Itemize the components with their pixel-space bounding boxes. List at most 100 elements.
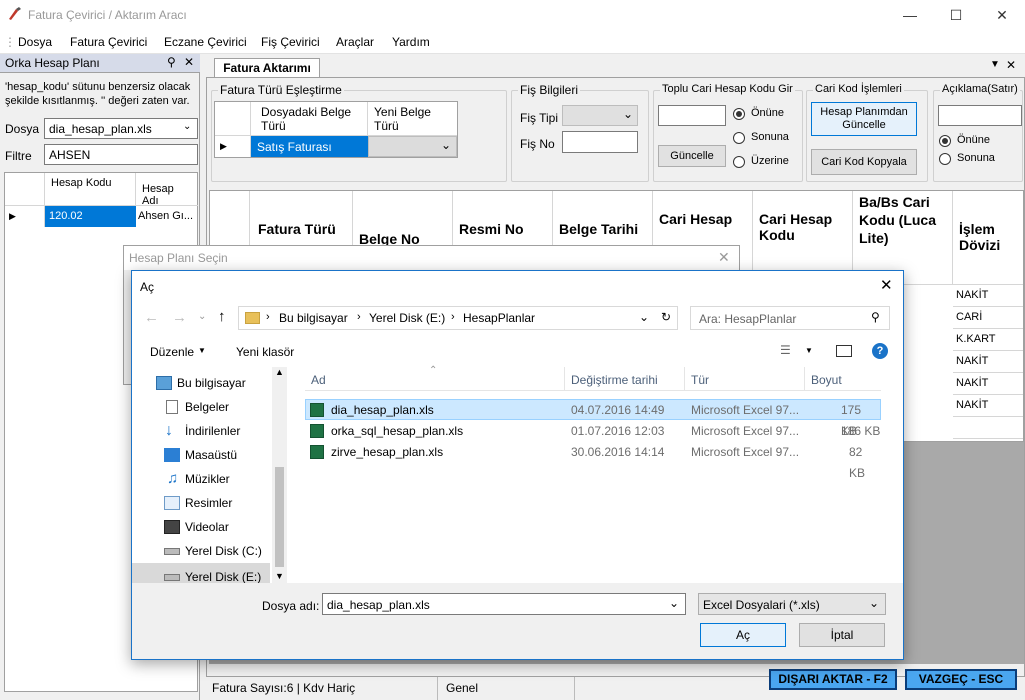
menu-eczane-cevirici[interactable]: Eczane Çevirici bbox=[164, 35, 247, 49]
list-item[interactable]: dia_hesap_plan.xls 04.07.2016 14:49 Micr… bbox=[305, 399, 881, 438]
caret-down-icon[interactable]: ▼ bbox=[805, 346, 813, 355]
nav-item-muzikler[interactable]: ♫ Müzikler bbox=[132, 467, 270, 491]
scroll-up-icon[interactable]: ▲ bbox=[275, 367, 284, 377]
table-row-doviz[interactable]: CARİ bbox=[953, 307, 1023, 329]
table-row-doviz[interactable]: NAKİT bbox=[953, 395, 1023, 417]
dosya-select-value: dia_hesap_plan.xls bbox=[49, 122, 152, 136]
radio-sonuna[interactable] bbox=[733, 132, 745, 144]
filtre-input[interactable]: AHSEN bbox=[44, 144, 198, 165]
disari-aktar-button[interactable]: DIŞARI AKTAR - F2 bbox=[769, 669, 897, 690]
open-button[interactable]: Aç bbox=[700, 623, 786, 647]
view-options-icon[interactable]: ☰ bbox=[780, 343, 791, 357]
col-tur[interactable]: Tür bbox=[691, 373, 709, 387]
nav-item-masaustu[interactable]: Masaüstü bbox=[132, 443, 270, 467]
close-icon[interactable]: ✕ bbox=[184, 55, 194, 69]
back-arrow-icon[interactable]: ← bbox=[144, 309, 159, 326]
list-item[interactable]: zirve_hesap_plan.xls 30.06.2016 14:14 Mi… bbox=[305, 441, 881, 480]
filename-input[interactable]: dia_hesap_plan.xls ⌄ bbox=[322, 593, 686, 615]
menu-yardim[interactable]: Yardım bbox=[392, 35, 430, 49]
col-dosyadaki-belge-turu[interactable]: Dosyadaki Belge Türü bbox=[251, 102, 368, 136]
pin-icon[interactable]: ⚲ bbox=[167, 55, 176, 69]
table-row-doviz[interactable]: NAKİT bbox=[953, 285, 1023, 307]
col-islem-dovizi[interactable]: İşlem Dövizi bbox=[953, 191, 1023, 285]
nav-item-yerel-disk-c[interactable]: Yerel Disk (C:) bbox=[132, 539, 270, 563]
menu-araclar[interactable]: Araçlar bbox=[336, 35, 374, 49]
nav-item-resimler[interactable]: Resimler bbox=[132, 491, 270, 515]
chevron-down-icon[interactable]: ⌄ bbox=[669, 596, 679, 610]
chevron-down-icon[interactable]: ⌄ bbox=[639, 310, 649, 324]
grid-header-hesap-adi[interactable]: Hesap Adı bbox=[136, 173, 198, 207]
fis-no-input[interactable] bbox=[562, 131, 638, 153]
yeni-belge-turu-select[interactable]: ⌄ bbox=[368, 136, 457, 157]
file-type-select[interactable]: Excel Dosyalari (*.xls) ⌄ bbox=[698, 593, 886, 615]
up-arrow-icon[interactable]: ↑ bbox=[218, 308, 226, 325]
hesap-planimdan-guncelle-button[interactable]: Hesap Planımdan Güncelle bbox=[811, 102, 917, 136]
nav-item-belgeler[interactable]: Belgeler bbox=[132, 395, 270, 419]
file-type: Microsoft Excel 97... bbox=[691, 403, 800, 417]
breadcrumb-hesapplanlar[interactable]: HesapPlanlar bbox=[463, 311, 535, 325]
tab-dropdown-icon[interactable]: ▼ bbox=[990, 59, 1000, 70]
radio-aciklama-onune[interactable] bbox=[939, 135, 951, 147]
menu-fis-cevirici[interactable]: Fiş Çevirici bbox=[261, 35, 320, 49]
radio-uzerine-label: Üzerine bbox=[751, 155, 789, 167]
list-item[interactable]: orka_sql_hesap_plan.xls 01.07.2016 12:03… bbox=[305, 420, 881, 441]
toplu-cari-input[interactable] bbox=[658, 105, 726, 126]
new-folder-button[interactable]: Yeni klasör bbox=[236, 345, 294, 359]
scroll-down-icon[interactable]: ▼ bbox=[275, 571, 284, 581]
table-row-doviz[interactable]: K.KART bbox=[953, 329, 1023, 351]
close-button[interactable]: ✕ bbox=[979, 0, 1025, 30]
fis-tipi-select[interactable]: ⌄ bbox=[562, 105, 638, 126]
filename-value: dia_hesap_plan.xls bbox=[327, 598, 430, 612]
cancel-button[interactable]: İptal bbox=[799, 623, 885, 647]
refresh-icon[interactable]: ↻ bbox=[661, 310, 671, 324]
nav-item-bu-bilgisayar[interactable]: Bu bilgisayar bbox=[132, 371, 270, 395]
nav-scrollbar[interactable]: ▲ ▼ bbox=[272, 367, 287, 583]
dosya-select[interactable]: dia_hesap_plan.xls ⌄ bbox=[44, 118, 198, 139]
col-ad[interactable]: Ad bbox=[311, 373, 326, 387]
address-bar[interactable]: › Bu bilgisayar › Yerel Disk (E:) › Hesa… bbox=[238, 306, 678, 330]
breadcrumb-bu-bilgisayar[interactable]: Bu bilgisayar bbox=[279, 311, 348, 325]
grid-header-hesap-kodu[interactable]: Hesap Kodu bbox=[45, 173, 136, 206]
row-indicator-icon: ▶ bbox=[5, 206, 45, 227]
col-yeni-belge-turu[interactable]: Yeni Belge Türü bbox=[368, 102, 457, 136]
recent-chevron-icon[interactable]: ⌄ bbox=[198, 311, 206, 322]
nav-item-videolar[interactable]: Videolar bbox=[132, 515, 270, 539]
scroll-thumb[interactable] bbox=[275, 467, 284, 567]
drive-icon bbox=[164, 574, 180, 581]
table-row-doviz[interactable]: NAKİT bbox=[953, 351, 1023, 373]
file-date: 30.06.2016 14:14 bbox=[571, 445, 665, 459]
col-degistirme-tarihi[interactable]: Değiştirme tarihi bbox=[571, 373, 658, 387]
table-row-belge-turu[interactable]: Satış Faturası bbox=[251, 136, 368, 157]
cari-kod-kopyala-button[interactable]: Cari Kod Kopyala bbox=[811, 149, 917, 175]
nav-item-yerel-disk-e[interactable]: Yerel Disk (E:) bbox=[132, 563, 270, 583]
organize-button[interactable]: Düzenle bbox=[150, 345, 194, 359]
col-boyut[interactable]: Boyut bbox=[811, 373, 842, 387]
bg-dialog-titlebar: Hesap Planı Seçin ✕ bbox=[124, 246, 739, 270]
minimize-button[interactable]: — bbox=[887, 0, 933, 30]
breadcrumb-yerel-disk[interactable]: Yerel Disk (E:) bbox=[369, 311, 445, 325]
vazgec-button[interactable]: VAZGEÇ - ESC bbox=[905, 669, 1017, 690]
menu-fatura-cevirici[interactable]: Fatura Çevirici bbox=[70, 35, 147, 49]
close-icon[interactable]: ✕ bbox=[718, 249, 730, 266]
close-icon[interactable]: ✕ bbox=[880, 276, 893, 294]
table-row-hesap-adi[interactable]: Ahsen Gı... bbox=[136, 206, 198, 227]
table-row-doviz[interactable]: NAKİT bbox=[953, 373, 1023, 395]
preview-pane-icon[interactable] bbox=[836, 345, 852, 357]
table-row-doviz-empty[interactable] bbox=[953, 417, 1023, 439]
aciklama-group: Açıklama(Satır) Önüne Sonuna bbox=[933, 83, 1023, 182]
row-indicator-icon: ▶ bbox=[215, 136, 251, 157]
search-input[interactable]: Ara: HesapPlanlar ⚲ bbox=[690, 306, 890, 330]
tab-fatura-aktarimi[interactable]: Fatura Aktarımı bbox=[214, 58, 320, 78]
forward-arrow-icon[interactable]: → bbox=[172, 309, 187, 326]
radio-onune[interactable] bbox=[733, 108, 745, 120]
menu-dosya[interactable]: Dosya bbox=[18, 35, 52, 49]
aciklama-input[interactable] bbox=[938, 105, 1022, 126]
maximize-button[interactable]: ☐ bbox=[933, 0, 979, 30]
table-row-hesap-kodu[interactable]: 120.02 bbox=[45, 206, 136, 227]
radio-uzerine[interactable] bbox=[733, 156, 745, 168]
tab-close-icon[interactable]: ✕ bbox=[1006, 58, 1016, 72]
help-icon[interactable]: ? bbox=[872, 343, 888, 359]
guncelle-button[interactable]: Güncelle bbox=[658, 145, 726, 167]
radio-aciklama-sonuna[interactable] bbox=[939, 153, 951, 165]
nav-item-indirilenler[interactable]: ↓ İndirilenler bbox=[132, 419, 270, 443]
